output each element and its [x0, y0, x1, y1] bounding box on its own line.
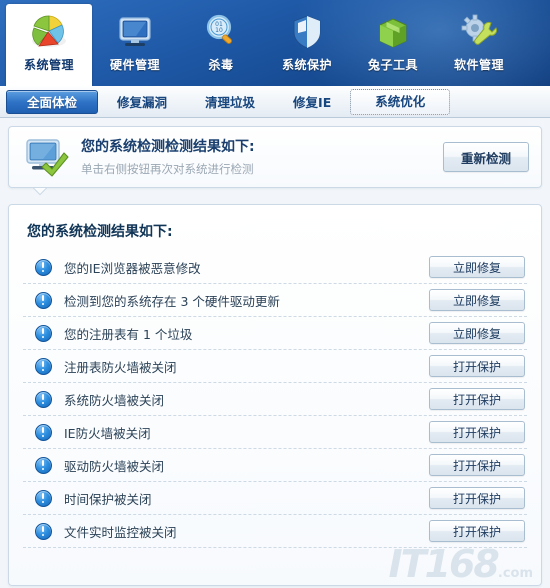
tab-clean-junk[interactable]: 清理垃圾 [186, 90, 274, 114]
tab-full-checkup[interactable]: 全面体检 [6, 89, 99, 114]
info-alert-icon [35, 522, 52, 540]
toolbar-item-software-management[interactable]: 软件管理 [436, 4, 522, 86]
tab-system-optimize[interactable]: 系统优化 [350, 88, 451, 115]
tab-fix-vulnerabilities[interactable]: 修复漏洞 [98, 90, 186, 114]
toolbar-item-label: 系统保护 [281, 58, 332, 72]
result-row-label: 注册表防火墙被关闭 [64, 359, 177, 375]
toolbar-item-label: 软件管理 [453, 58, 504, 72]
results-title: 您的系统检测结果如下: [27, 224, 173, 240]
magnifier-icon: 01 10 [199, 10, 243, 54]
result-row-action-button[interactable]: 打开保护 [429, 388, 525, 410]
watermark: IT168.com [388, 545, 533, 583]
rescan-button[interactable]: 重新检测 [443, 142, 529, 172]
banner-title: 您的系统检测检测结果如下: [81, 138, 255, 155]
result-row-label: 系统防火墙被关闭 [64, 392, 165, 408]
info-alert-icon [35, 258, 52, 276]
sub-tab-bar: 全面体检 修复漏洞 清理垃圾 修复IE 系统优化 [0, 86, 550, 118]
result-row-action-button[interactable]: 打开保护 [429, 421, 525, 443]
toolbar-item-system-protection[interactable]: 系统保护 [264, 4, 350, 86]
info-alert-icon [35, 423, 52, 441]
result-row-action-button[interactable]: 立即修复 [429, 322, 525, 344]
info-alert-icon [35, 456, 52, 474]
banner-subtitle: 单击右侧按钮再次对系统进行检测 [81, 161, 254, 176]
toolbar-item-label: 系统管理 [23, 58, 74, 72]
toolbar-item-label: 硬件管理 [109, 58, 160, 72]
result-row: 文件实时监控被关闭 打开保护 [23, 515, 527, 548]
green-box-icon [371, 10, 415, 54]
result-row-action-button[interactable]: 打开保护 [429, 454, 525, 476]
result-row: 您的注册表有 1 个垃圾 立即修复 [23, 317, 527, 350]
monitor-icon [113, 10, 157, 54]
toolbar-item-rabbit-tools[interactable]: 兔子工具 [350, 4, 436, 86]
result-row-label: 文件实时监控被关闭 [64, 524, 177, 540]
info-alert-icon [35, 357, 52, 375]
result-row-label: IE防火墙被关闭 [64, 425, 151, 441]
watermark-suffix: .com [497, 566, 533, 581]
result-row-label: 时间保护被关闭 [64, 491, 152, 507]
result-row-label: 您的IE浏览器被恶意修改 [64, 260, 201, 276]
toolbar-item-hardware-management[interactable]: 硬件管理 [92, 4, 178, 86]
result-row: IE防火墙被关闭 打开保护 [23, 416, 527, 449]
shield-icon [285, 10, 329, 54]
info-alert-icon [35, 390, 52, 408]
toolbar-item-system-management[interactable]: 系统管理 [6, 4, 92, 86]
result-row-label: 您的注册表有 1 个垃圾 [64, 326, 193, 342]
result-row-action-button[interactable]: 打开保护 [429, 487, 525, 509]
app-window: 系统管理 硬件管理 01 10 杀毒 系统保护 兔子工具 软件管理 全面体检 修… [0, 0, 550, 588]
result-row-action-button[interactable]: 打开保护 [429, 355, 525, 377]
result-row: 注册表防火墙被关闭 打开保护 [23, 350, 527, 383]
banner-text-block: 您的系统检测检测结果如下: 单击右侧按钮再次对系统进行检测 [71, 137, 443, 178]
result-row-action-button[interactable]: 立即修复 [429, 256, 525, 278]
results-panel: 您的系统检测结果如下: 您的IE浏览器被恶意修改 立即修复 检测到您的系统存在 … [8, 204, 542, 586]
pie-chart-icon [27, 10, 71, 54]
result-row-action-button[interactable]: 打开保护 [429, 520, 525, 542]
tab-repair-ie[interactable]: 修复IE [274, 90, 350, 114]
info-alert-icon [35, 324, 52, 342]
result-row: 驱动防火墙被关闭 打开保护 [23, 449, 527, 482]
result-row-label: 检测到您的系统存在 3 个硬件驱动更新 [64, 293, 280, 309]
toolbar-item-label: 兔子工具 [367, 58, 418, 72]
result-row-label: 驱动防火墙被关闭 [64, 458, 165, 474]
svg-text:10: 10 [215, 27, 223, 34]
result-row: 您的IE浏览器被恶意修改 立即修复 [23, 251, 527, 284]
content-area: 您的系统检测检测结果如下: 单击右侧按钮再次对系统进行检测 重新检测 您的系统检… [0, 118, 550, 586]
status-banner: 您的系统检测检测结果如下: 单击右侧按钮再次对系统进行检测 重新检测 [8, 126, 542, 188]
watermark-text: IT168 [388, 542, 499, 586]
info-alert-icon [35, 489, 52, 507]
info-alert-icon [35, 291, 52, 309]
toolbar-item-antivirus[interactable]: 01 10 杀毒 [178, 4, 264, 86]
result-row: 系统防火墙被关闭 打开保护 [23, 383, 527, 416]
result-row: 时间保护被关闭 打开保护 [23, 482, 527, 515]
banner-bubble-tail [30, 188, 48, 197]
result-row-action-button[interactable]: 立即修复 [429, 289, 525, 311]
gear-wrench-icon [457, 10, 501, 54]
status-banner-wrapper: 您的系统检测检测结果如下: 单击右侧按钮再次对系统进行检测 重新检测 [8, 126, 542, 188]
result-row: 检测到您的系统存在 3 个硬件驱动更新 立即修复 [23, 284, 527, 317]
toolbar-item-label: 杀毒 [208, 58, 234, 72]
main-toolbar: 系统管理 硬件管理 01 10 杀毒 系统保护 兔子工具 软件管理 [0, 0, 550, 86]
monitor-check-icon [21, 134, 71, 180]
